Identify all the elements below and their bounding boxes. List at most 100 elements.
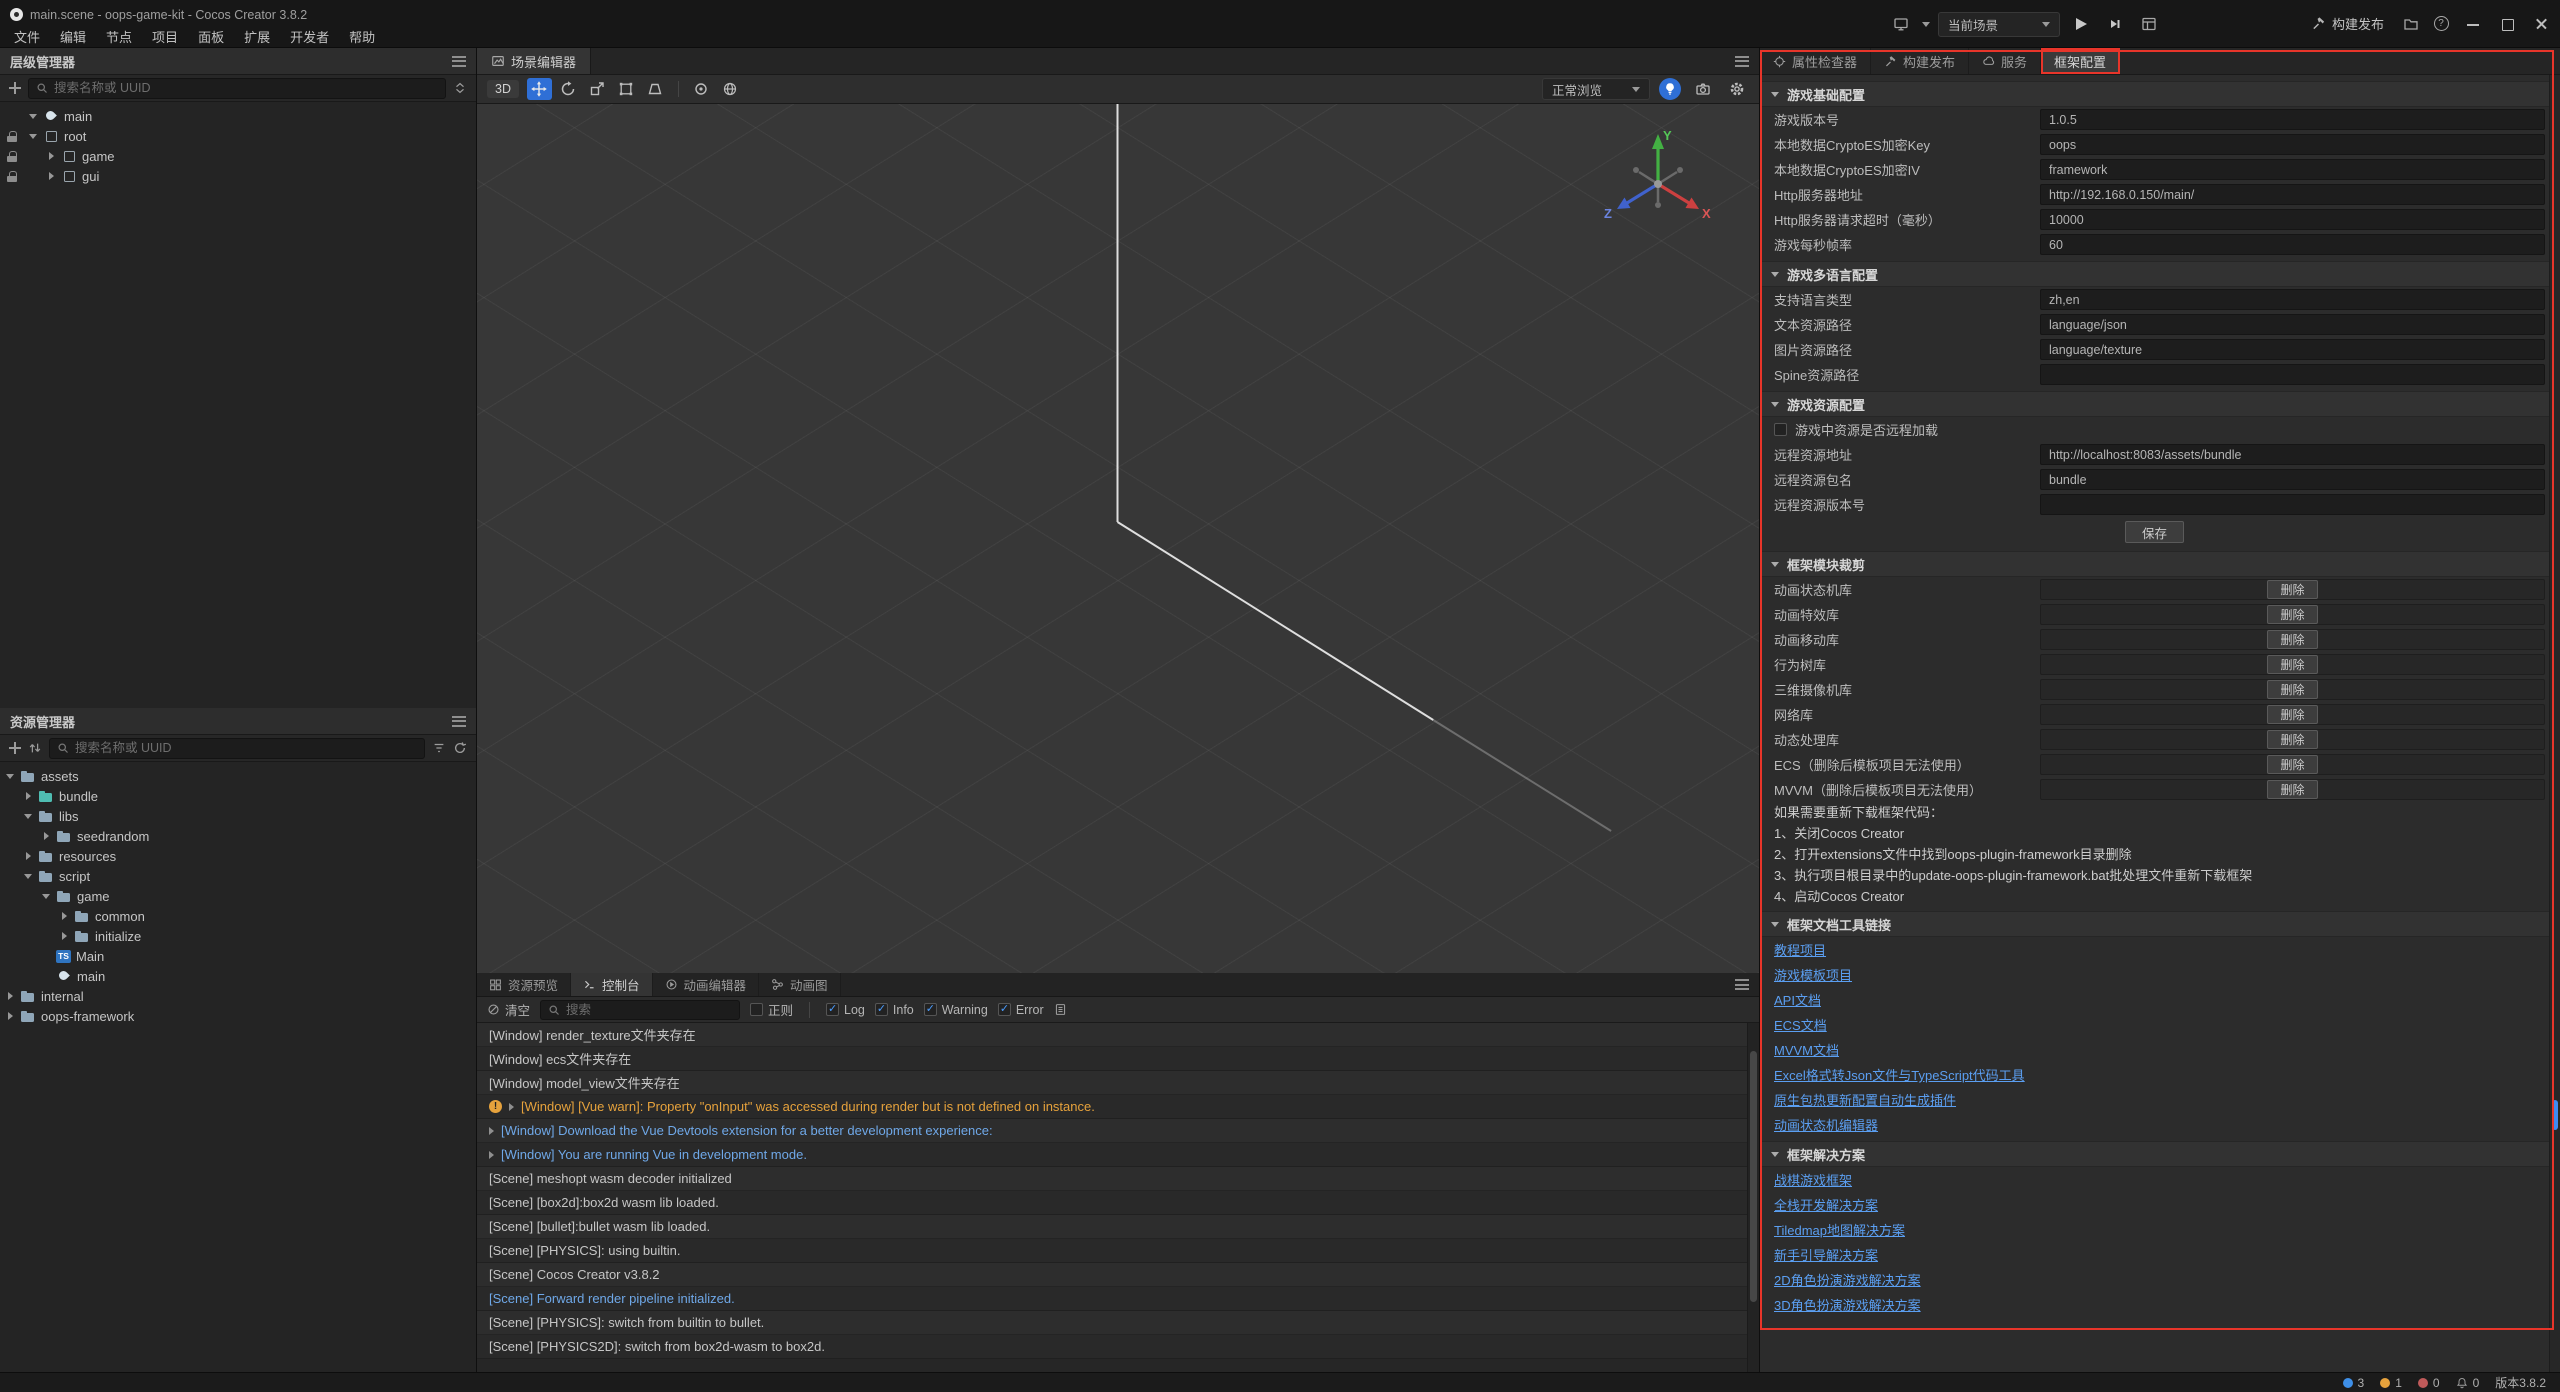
scrollbar-thumb[interactable] <box>2552 1100 2558 1130</box>
log-filter-checkbox[interactable]: Error <box>998 1003 1044 1017</box>
menu-item[interactable]: 编辑 <box>50 27 96 46</box>
chevron-icon[interactable] <box>24 852 33 861</box>
config-input[interactable] <box>2040 209 2545 230</box>
lighting-toggle-icon[interactable] <box>1659 78 1681 100</box>
asset-node[interactable]: main <box>0 966 476 986</box>
move-tool-icon[interactable] <box>527 78 552 100</box>
menu-item[interactable]: 项目 <box>142 27 188 46</box>
chevron-icon[interactable] <box>6 992 15 1001</box>
log-row[interactable]: [Window] You are running Vue in developm… <box>477 1143 1747 1167</box>
log-row[interactable]: [Scene] Forward render pipeline initiali… <box>477 1287 1747 1311</box>
camera-settings-icon[interactable] <box>1690 78 1715 100</box>
doc-link[interactable]: 原生包热更新配置自动生成插件 <box>1774 1090 1956 1109</box>
menu-item[interactable]: 帮助 <box>339 27 385 46</box>
chevron-icon[interactable] <box>24 792 33 801</box>
config-input[interactable] <box>2040 364 2545 385</box>
console-scrollbar[interactable] <box>1747 1023 1759 1372</box>
log-filter-checkbox[interactable]: Warning <box>924 1003 988 1017</box>
asset-node[interactable]: script <box>0 866 476 886</box>
chevron-icon[interactable] <box>47 172 56 181</box>
section-language-config[interactable]: 游戏多语言配置 <box>1760 261 2549 287</box>
rotate-tool-icon[interactable] <box>556 78 581 100</box>
doc-link[interactable]: API文档 <box>1774 990 1821 1009</box>
log-row[interactable]: [Scene] [PHYSICS]: using builtin. <box>477 1239 1747 1263</box>
module-delete-button[interactable]: 删除 <box>2267 655 2317 674</box>
module-delete-button[interactable]: 删除 <box>2267 755 2317 774</box>
play-button[interactable] <box>2068 12 2094 36</box>
log-row[interactable]: [Scene] [bullet]:bullet wasm lib loaded. <box>477 1215 1747 1239</box>
log-row[interactable]: [Scene] [PHYSICS]: switch from builtin t… <box>477 1311 1747 1335</box>
asset-node[interactable]: oops-framework <box>0 1006 476 1026</box>
scene-viewport[interactable]: Y X Z <box>477 104 1759 973</box>
asset-node[interactable]: libs <box>0 806 476 826</box>
doc-link[interactable]: 动画状态机编辑器 <box>1774 1115 1878 1134</box>
asset-node[interactable]: game <box>0 886 476 906</box>
scene-select[interactable]: 当前场景 <box>1938 12 2060 37</box>
hierarchy-search-input[interactable] <box>54 81 438 95</box>
solution-link[interactable]: 全栈开发解决方案 <box>1774 1195 1878 1214</box>
minimize-button[interactable] <box>2458 9 2488 39</box>
section-solutions[interactable]: 框架解决方案 <box>1760 1141 2549 1167</box>
hierarchy-node[interactable]: main <box>0 106 476 126</box>
chevron-icon[interactable] <box>60 912 69 921</box>
config-input[interactable] <box>2040 469 2545 490</box>
log-row[interactable]: [Window] Download the Vue Devtools exten… <box>477 1119 1747 1143</box>
config-input[interactable] <box>2040 234 2545 255</box>
menu-item[interactable]: 开发者 <box>280 27 339 46</box>
log-count-badge[interactable]: 3 <box>2343 1376 2365 1390</box>
device-caret-icon[interactable] <box>1922 22 1930 27</box>
lock-icon[interactable] <box>6 150 18 163</box>
section-resource-config[interactable]: 游戏资源配置 <box>1760 391 2549 417</box>
module-delete-button[interactable]: 删除 <box>2267 730 2317 749</box>
tab-build-publish[interactable]: 构建发布 <box>1871 48 1969 74</box>
add-asset-button[interactable] <box>9 742 21 754</box>
config-input[interactable] <box>2040 339 2545 360</box>
doc-link[interactable]: 游戏模板项目 <box>1774 965 1852 984</box>
chevron-icon[interactable] <box>24 812 33 821</box>
assets-search-input[interactable] <box>75 741 417 755</box>
tab-asset-preview[interactable]: 资源预览 <box>477 973 571 996</box>
log-row[interactable]: [Window] render_texture文件夹存在 <box>477 1023 1747 1047</box>
config-input[interactable] <box>2040 109 2545 130</box>
section-base-config[interactable]: 游戏基础配置 <box>1760 81 2549 107</box>
scale-tool-icon[interactable] <box>585 78 610 100</box>
collapse-all-icon[interactable] <box>453 81 467 95</box>
asset-node[interactable]: seedrandom <box>0 826 476 846</box>
open-folder-icon[interactable] <box>2398 12 2424 36</box>
panel-menu-icon[interactable] <box>1735 56 1749 67</box>
remote-load-checkbox[interactable] <box>1774 423 1787 436</box>
menu-item[interactable]: 扩展 <box>234 27 280 46</box>
asset-node[interactable]: TS Main <box>0 946 476 966</box>
log-row[interactable]: [Window] model_view文件夹存在 <box>477 1071 1747 1095</box>
expand-chevron-icon[interactable] <box>509 1103 514 1111</box>
log-filter-checkbox[interactable]: Info <box>875 1003 914 1017</box>
module-delete-button[interactable]: 删除 <box>2267 630 2317 649</box>
config-input[interactable] <box>2040 494 2545 515</box>
asset-node[interactable]: resources <box>0 846 476 866</box>
gear-icon[interactable] <box>1724 78 1749 100</box>
projection-toggle[interactable]: 3D <box>487 80 519 98</box>
config-input[interactable] <box>2040 184 2545 205</box>
chevron-icon[interactable] <box>6 772 15 781</box>
config-input[interactable] <box>2040 289 2545 310</box>
asset-node[interactable]: common <box>0 906 476 926</box>
chevron-icon[interactable] <box>24 872 33 881</box>
lock-icon[interactable] <box>6 130 18 143</box>
view-mode-select[interactable]: 正常浏览 <box>1542 78 1650 100</box>
config-input[interactable] <box>2040 444 2545 465</box>
collapse-logs-icon[interactable] <box>1054 1003 1067 1016</box>
view-gizmo[interactable]: Y X Z <box>1593 122 1723 252</box>
inspector-scrollbar[interactable] <box>2549 75 2560 1372</box>
help-button[interactable] <box>2428 12 2454 36</box>
build-publish-button[interactable]: 构建发布 <box>2301 10 2394 38</box>
menu-item[interactable]: 节点 <box>96 27 142 46</box>
filter-icon[interactable] <box>432 741 446 755</box>
warning-count-badge[interactable]: 1 <box>2380 1376 2402 1390</box>
clear-console-button[interactable]: 清空 <box>487 1000 530 1019</box>
menu-item[interactable]: 文件 <box>4 27 50 46</box>
log-row[interactable]: [Window] [Vue warn]: Property "onInput" … <box>477 1095 1747 1119</box>
tab-console[interactable]: 控制台 <box>571 973 653 996</box>
doc-link[interactable]: ECS文档 <box>1774 1015 1827 1034</box>
chevron-icon[interactable] <box>29 132 38 141</box>
maximize-button[interactable] <box>2492 9 2522 39</box>
